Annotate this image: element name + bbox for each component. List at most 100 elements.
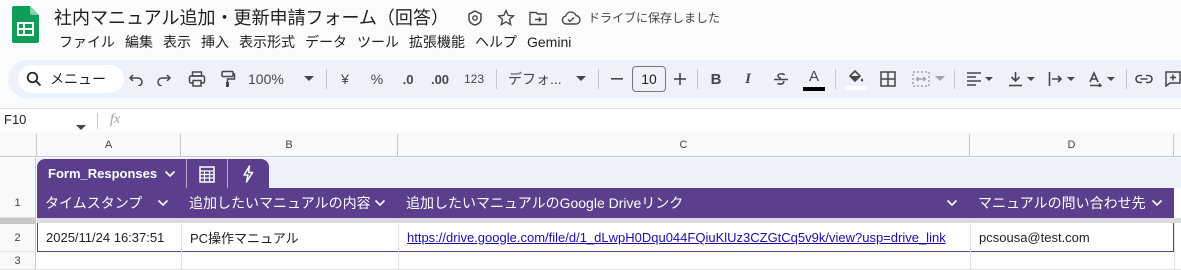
header-label: マニュアルの問い合わせ先 (978, 195, 1146, 211)
save-status-text: ドライブに保存しました (588, 11, 721, 25)
header-cell-manual-content[interactable]: 追加したいマニュアルの内容 (181, 188, 398, 218)
header-cell-contact[interactable]: マニュアルの問い合わせ先 (970, 188, 1174, 218)
star-icon[interactable] (496, 8, 516, 28)
borders-icon[interactable] (876, 60, 900, 98)
increase-font-size-icon[interactable] (671, 60, 689, 98)
cell-b2[interactable]: PC操作マニュアル (181, 224, 398, 251)
decrease-font-size-icon[interactable] (608, 60, 626, 98)
menu-search-box[interactable]: メニュー (18, 65, 124, 93)
column-header-c[interactable]: C (398, 134, 970, 157)
strikethrough-icon[interactable] (771, 60, 791, 98)
toolbar-separator (835, 69, 836, 89)
text-wrapping-icon[interactable] (1044, 60, 1080, 98)
horizontal-align-icon[interactable] (962, 60, 998, 98)
cell-d2[interactable]: pcsousa@test.com (970, 224, 1174, 251)
more-formats-button[interactable]: 123 (462, 60, 486, 98)
table-view-icon[interactable] (194, 164, 220, 184)
toolbar-separator (1126, 69, 1127, 89)
text-color-swatch (803, 87, 825, 91)
menu-tools[interactable]: ツール (352, 31, 404, 53)
menu-search-label: メニュー (50, 71, 106, 87)
select-all-corner[interactable] (0, 134, 37, 157)
label-icon[interactable] (465, 8, 485, 28)
toolbar-separator (598, 69, 599, 89)
row-header-table-tab (0, 158, 36, 188)
cell-c2[interactable]: https://drive.google.com/file/d/1_dLwpH0… (398, 224, 970, 251)
insert-comment-icon[interactable] (1162, 60, 1181, 98)
font-family-value: デフォ... (508, 71, 562, 87)
zoom-select[interactable]: 100% (248, 60, 292, 98)
cloud-saved-icon (560, 8, 582, 28)
decrease-decimal-button[interactable]: .0 (396, 60, 420, 98)
chevron-down-icon[interactable] (1151, 197, 1163, 209)
chevron-down-icon[interactable] (157, 197, 169, 209)
row-header-2[interactable]: 2 (0, 224, 36, 252)
text-color-label: A (808, 68, 819, 85)
name-box[interactable]: F10 (4, 112, 26, 127)
column-header-b[interactable]: B (181, 134, 398, 157)
increase-decimal-button[interactable]: .00 (424, 60, 456, 98)
menu-data[interactable]: データ (300, 31, 352, 53)
redo-icon[interactable] (152, 60, 176, 98)
header-cell-timestamp[interactable]: タイムスタンプ (37, 188, 181, 218)
print-icon[interactable] (185, 60, 209, 98)
text-color-button[interactable]: A (801, 60, 827, 98)
currency-button[interactable]: ¥ (335, 60, 355, 98)
bold-button[interactable]: B (707, 60, 725, 98)
table-name-button[interactable]: Form_Responses (37, 159, 187, 188)
gridline (1174, 223, 1175, 270)
drive-link[interactable]: https://drive.google.com/file/d/1_dLwpH0… (407, 230, 946, 245)
chevron-down-icon[interactable] (946, 197, 958, 209)
toolbar-separator (697, 69, 698, 89)
header-label: 追加したいマニュアルの内容 (189, 195, 371, 211)
percent-button[interactable]: % (367, 60, 387, 98)
move-folder-icon[interactable] (528, 8, 548, 28)
row-header-1[interactable]: 1 (0, 188, 36, 218)
decrease-decimal-label: .0 (402, 71, 414, 87)
increase-decimal-label: .00 (430, 71, 450, 87)
font-family-dropdown-icon[interactable] (574, 60, 588, 98)
formula-input[interactable] (134, 110, 1174, 130)
header-label: 追加したいマニュアルのGoogle Driveリンク (406, 195, 684, 211)
menu-help[interactable]: ヘルプ (470, 31, 522, 53)
undo-icon[interactable] (124, 60, 148, 98)
chevron-down-icon[interactable] (374, 197, 386, 209)
formula-separator (97, 113, 98, 129)
cell-a2[interactable]: 2025/11/24 16:37:51 (37, 224, 181, 251)
menu-gemini[interactable]: Gemini (522, 31, 576, 53)
toolbar: メニュー 100% ¥ % .0 .00 123 デフォ... 10 B I A (8, 60, 1181, 98)
zoom-value: 100% (248, 71, 284, 87)
paint-format-icon[interactable] (216, 60, 240, 98)
menu-insert[interactable]: 挿入 (196, 31, 234, 53)
italic-button[interactable]: I (739, 60, 757, 98)
row-header-3[interactable]: 3 (0, 252, 36, 270)
document-title[interactable]: 社内マニュアル追加・更新申請フォーム（回答） (54, 4, 449, 30)
fill-color-swatch (845, 85, 867, 90)
fill-color-icon[interactable] (844, 60, 868, 98)
toolbar-separator (954, 69, 955, 89)
tab-divider (186, 159, 187, 188)
menu-edit[interactable]: 編集 (120, 31, 158, 53)
zoom-dropdown-icon[interactable] (301, 60, 317, 98)
menu-view[interactable]: 表示 (158, 31, 196, 53)
header-cell-drive-link[interactable]: 追加したいマニュアルのGoogle Driveリンク (398, 188, 970, 218)
merge-dropdown-icon[interactable] (934, 60, 946, 98)
text-rotation-icon[interactable] (1084, 60, 1120, 98)
vertical-align-icon[interactable] (1004, 60, 1040, 98)
formula-bar: F10 fx (0, 108, 1181, 132)
header-label: タイムスタンプ (45, 195, 143, 211)
font-size-input[interactable]: 10 (632, 66, 666, 92)
column-header-a[interactable]: A (37, 134, 181, 157)
column-header-e[interactable] (1174, 134, 1181, 157)
lightning-bolt-icon[interactable] (235, 164, 261, 184)
menu-extensions[interactable]: 拡張機能 (404, 31, 470, 53)
sheets-logo-icon[interactable] (12, 6, 39, 43)
merge-cells-icon[interactable] (908, 60, 934, 98)
chevron-down-icon (164, 170, 176, 178)
menu-file[interactable]: ファイル (54, 31, 120, 53)
menu-format[interactable]: 表示形式 (234, 31, 300, 53)
insert-link-icon[interactable] (1132, 60, 1156, 98)
column-header-d[interactable]: D (970, 134, 1174, 157)
fx-label: fx (110, 112, 121, 127)
font-family-select[interactable]: デフォ... (508, 60, 580, 98)
